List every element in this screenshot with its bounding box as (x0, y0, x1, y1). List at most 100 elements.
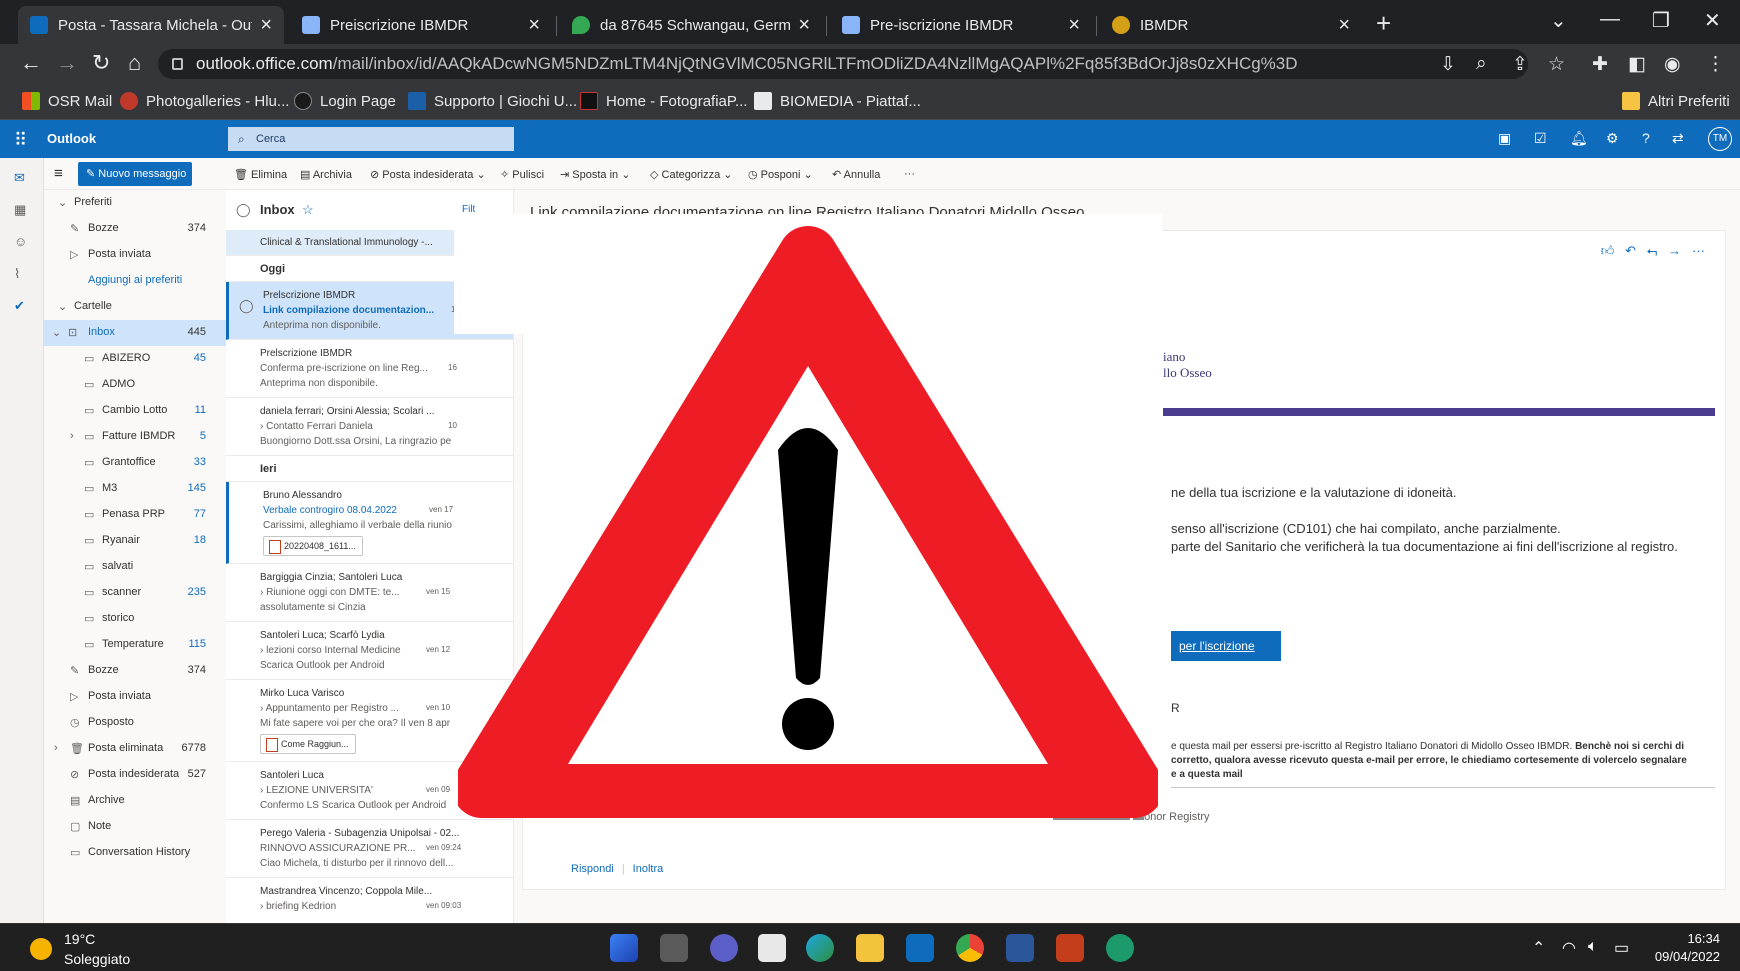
reply-icon[interactable]: ↶ (1625, 243, 1636, 258)
list-item[interactable]: Mastrandrea Vincenzo; Coppola Mile... › … (226, 878, 513, 923)
start-icon[interactable] (610, 934, 638, 962)
folder-item[interactable]: ▤ Archive (44, 788, 226, 814)
bookmark-osr-mail[interactable]: OSR Mail (22, 92, 112, 110)
tab-maps[interactable]: da 87645 Schwangau, Germania × (560, 6, 822, 44)
outlook-brand[interactable]: Outlook (47, 131, 96, 146)
more-commands-button[interactable]: ··· (904, 168, 915, 180)
folder-item[interactable]: ▭ ABIZERO 45 (44, 346, 226, 372)
folder-item[interactable]: ▭ ADMO (44, 372, 226, 398)
add-favorite-link[interactable]: Aggiungi ai preferiti (44, 268, 226, 294)
attachment-chip[interactable]: Come Raggiun... (260, 734, 356, 754)
folder-item[interactable]: ▭ storico (44, 606, 226, 632)
close-tab-icon[interactable]: × (528, 14, 540, 37)
store-icon[interactable] (758, 934, 786, 962)
people-icon[interactable]: ☺ (14, 234, 27, 249)
tab-pre-iscrizione[interactable]: Pre-iscrizione IBMDR × (830, 6, 1092, 44)
like-icon[interactable]: 👍︎ (1601, 243, 1615, 258)
select-all-checkbox[interactable]: ◯ (236, 202, 251, 218)
close-tab-icon[interactable]: × (1068, 14, 1080, 37)
folder-item[interactable]: ▭ Cambio Lotto 11 (44, 398, 226, 424)
categorize-button[interactable]: ◇ Categorizza ⌄ (650, 168, 733, 181)
folder-item[interactable]: ▭ Conversation History (44, 840, 226, 866)
bookmark-star-icon[interactable]: ☆ (1548, 53, 1565, 76)
chrome-icon[interactable] (956, 934, 984, 962)
folder-item[interactable]: ▭ scanner 235 (44, 580, 226, 606)
bookmark-login-page[interactable]: Login Page (294, 92, 396, 110)
other-bookmarks[interactable]: Altri Preferiti (1622, 92, 1730, 110)
folders-header[interactable]: ⌄ Cartelle (44, 294, 226, 320)
folder-item[interactable]: ▭ Penasa PRP 77 (44, 502, 226, 528)
star-icon[interactable]: ☆ (302, 202, 314, 218)
profile-icon[interactable]: ◉ (1664, 53, 1681, 76)
bookmark-supporto[interactable]: Supporto | Giochi U... (408, 92, 577, 110)
app-launcher-icon[interactable]: ⠿ (14, 130, 27, 151)
gear-icon[interactable]: ⚙ (1606, 130, 1619, 147)
bell-icon[interactable]: 🔔︎ (1570, 130, 1588, 147)
side-panel-icon[interactable]: ◧ (1628, 53, 1646, 76)
feedback-icon[interactable]: ⇄ (1672, 130, 1684, 147)
delete-button[interactable]: 🗑︎ Elimina (234, 168, 287, 181)
search-box[interactable]: ⌕ Cerca (228, 127, 514, 151)
address-bar[interactable]: outlook.office.com/mail/inbox/id/AAQkADc… (158, 49, 1528, 79)
close-tab-icon[interactable]: × (798, 14, 810, 37)
mail-app-icon[interactable] (906, 934, 934, 962)
reload-icon[interactable]: ↻ (92, 50, 110, 76)
restore-icon[interactable]: ❐ (1652, 8, 1670, 33)
back-icon[interactable]: ← (20, 50, 42, 76)
weather-temp[interactable]: 19°C (64, 931, 95, 947)
lock-icon[interactable] (172, 58, 183, 70)
reply-all-icon[interactable]: ⮢ (1647, 243, 1657, 258)
snooze-button[interactable]: ◷ Posponi ⌄ (748, 168, 813, 181)
attachment-chip[interactable]: 20220408_1611... (263, 536, 363, 556)
app-icon[interactable] (1106, 934, 1134, 962)
more-icon[interactable]: ··· (1692, 243, 1705, 258)
reply-link[interactable]: Rispondi (571, 863, 614, 875)
bookmark-biomedia[interactable]: BIOMEDIA - Piattaf... (754, 92, 921, 110)
home-icon[interactable]: ⌂ (128, 50, 141, 76)
share-icon[interactable]: ⇪ (1512, 53, 1528, 76)
teams-icon[interactable]: ▣ (1498, 130, 1511, 147)
todo-check-icon[interactable]: ✔ (14, 298, 25, 314)
forward-link[interactable]: Inoltra (633, 863, 664, 875)
task-view-icon[interactable] (660, 934, 688, 962)
mail-icon[interactable]: ✉ (14, 170, 25, 186)
clock[interactable]: 16:34 09/04/2022 (1655, 930, 1720, 966)
extensions-icon[interactable]: ✚ (1592, 53, 1608, 76)
undo-button[interactable]: ↶ Annulla (832, 168, 880, 181)
help-icon[interactable]: ? (1642, 130, 1650, 146)
close-tab-icon[interactable]: × (260, 14, 272, 37)
forward-icon[interactable]: → (1668, 243, 1681, 258)
folder-item[interactable]: ✎ Bozze 374 (44, 658, 226, 684)
junk-button[interactable]: ⊘ Posta indesiderata ⌄ (370, 168, 486, 181)
battery-icon[interactable]: ▭ (1614, 938, 1629, 958)
new-message-button[interactable]: ✎ Nuovo messaggio (78, 162, 192, 186)
forward-icon[interactable]: → (56, 50, 78, 76)
folder-item[interactable]: ✎ Bozze 374 (44, 216, 226, 242)
sun-icon[interactable] (30, 938, 52, 960)
avatar[interactable]: TM (1708, 127, 1732, 151)
tab-outlook[interactable]: Posta - Tassara Michela - Outlook × (18, 6, 284, 44)
folder-item[interactable]: › ▭ Fatture IBMDR 5 (44, 424, 226, 450)
calendar-icon[interactable]: ▦ (14, 202, 26, 218)
install-icon[interactable]: ⇩ (1440, 53, 1456, 76)
folder-item[interactable]: ▭ Ryanair 18 (44, 528, 226, 554)
edge-icon[interactable] (806, 934, 834, 962)
folder-inbox[interactable]: ⌄ ⊡ Inbox 445 (44, 320, 226, 346)
file-explorer-icon[interactable] (856, 934, 884, 962)
close-tab-icon[interactable]: × (1338, 14, 1350, 37)
sweep-button[interactable]: ✧ Pulisci (500, 168, 544, 181)
folder-item[interactable]: ▭ Temperature 115 (44, 632, 226, 658)
new-tab-button[interactable]: + (1376, 8, 1391, 39)
close-window-icon[interactable]: ✕ (1704, 8, 1721, 33)
select-checkbox[interactable]: ◯ (239, 298, 254, 314)
folder-item[interactable]: ▭ Grantoffice 33 (44, 450, 226, 476)
folder-item[interactable]: ▷ Posta inviata (44, 684, 226, 710)
word-icon[interactable] (1006, 934, 1034, 962)
archive-button[interactable]: ▤ Archivia (300, 168, 352, 181)
tab-search-icon[interactable]: ⌄ (1550, 8, 1567, 33)
zoom-icon[interactable]: ⌕ (1476, 53, 1487, 75)
registration-link-button[interactable]: per l'iscrizione (1171, 631, 1281, 661)
wifi-icon[interactable]: ◠ (1562, 938, 1576, 958)
hamburger-icon[interactable]: ≡ (54, 165, 63, 182)
menu-icon[interactable]: ⋮ (1706, 53, 1725, 76)
